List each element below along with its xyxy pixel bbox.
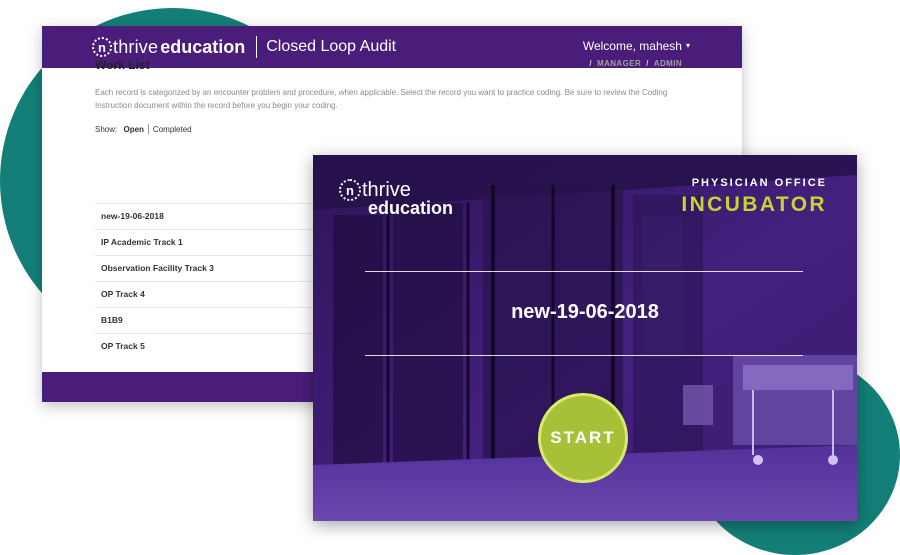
- product-heading: PHYSICIAN OFFICE INCUBATOR: [681, 177, 827, 217]
- nthrive-logo-icon: n: [339, 179, 361, 201]
- divider-bottom: [365, 355, 803, 356]
- welcome-label: Welcome, mahesh: [582, 39, 682, 53]
- page-title: Work List: [95, 58, 150, 72]
- brand-logo: n thrive education: [339, 179, 453, 217]
- caret-down-icon: ▾: [685, 41, 690, 50]
- divider-top: [365, 271, 803, 272]
- brand-divider: [256, 36, 258, 58]
- filter-divider: [147, 124, 149, 134]
- record-name: new-19-06-2018: [511, 301, 659, 323]
- role-tab-admin[interactable]: ADMIN: [654, 59, 682, 68]
- filter-completed[interactable]: Completed: [153, 125, 192, 134]
- filter-open[interactable]: Open: [123, 125, 143, 134]
- user-menu[interactable]: Welcome, mahesh ▾: [583, 39, 690, 53]
- heading-physician-office: PHYSICIAN OFFICE: [691, 177, 827, 189]
- start-button[interactable]: START: [538, 393, 628, 483]
- role-separator: /: [589, 59, 593, 68]
- incubator-window: n thrive education PHYSICIAN OFFICE INCU…: [313, 155, 857, 521]
- show-label: Show:: [95, 125, 118, 134]
- role-separator: /: [646, 59, 649, 68]
- role-tab-manager[interactable]: MANAGER: [597, 59, 641, 68]
- show-filter: Show: Open Completed: [95, 124, 192, 134]
- brand-thrive-text: thrive: [113, 36, 159, 57]
- role-switcher: USER / MANAGER / ADMIN: [561, 59, 682, 68]
- nthrive-logo-icon: n: [92, 37, 112, 57]
- app-title: Closed Loop Audit: [266, 38, 397, 55]
- brand-education-text: education: [160, 36, 246, 57]
- worklist-description: Each record is categorized by an encount…: [95, 88, 668, 110]
- heading-incubator: INCUBATOR: [681, 193, 827, 216]
- brand-logo[interactable]: n thrive education Closed Loop Audit: [92, 35, 396, 59]
- role-tab-user[interactable]: USER: [561, 59, 585, 68]
- brand-thrive-text: thrive: [362, 179, 411, 201]
- brand-education-text: education: [368, 198, 454, 218]
